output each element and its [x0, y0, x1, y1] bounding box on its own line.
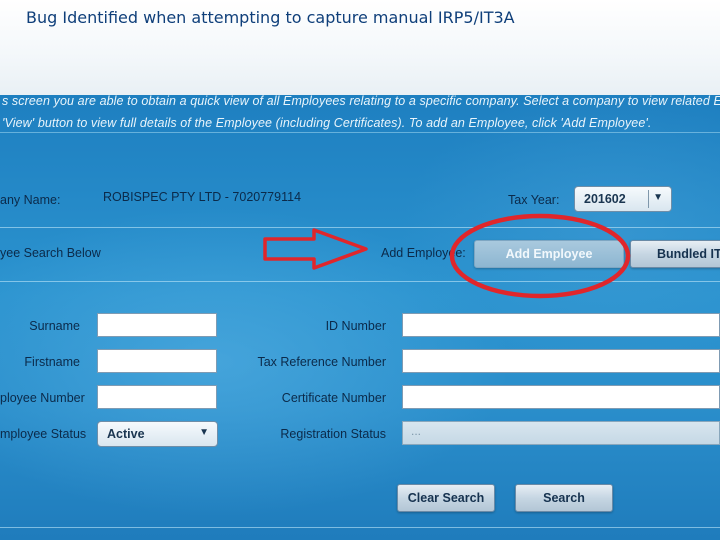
- surname-label: Surname: [29, 319, 80, 333]
- divider: [0, 527, 720, 528]
- clear-search-button[interactable]: Clear Search: [397, 484, 495, 512]
- circle-shape: [449, 213, 631, 299]
- chevron-down-icon: ▼: [653, 192, 663, 203]
- divider: [0, 132, 720, 133]
- tax-year-label: Tax Year:: [508, 193, 560, 207]
- company-name-label: any Name:: [0, 193, 61, 207]
- bundled-it-button[interactable]: Bundled IT: [630, 240, 720, 268]
- id-number-input[interactable]: [402, 313, 720, 337]
- employee-number-label: ployee Number: [0, 391, 85, 405]
- employee-status-value: Active: [107, 427, 145, 441]
- search-hint-text: yee Search Below: [0, 246, 101, 260]
- certificate-number-label: Certificate Number: [281, 391, 386, 405]
- employee-status-select[interactable]: Active ▼: [97, 421, 218, 447]
- instructions-line-1: s screen you are able to obtain a quick …: [2, 95, 720, 108]
- firstname-input[interactable]: [97, 349, 217, 373]
- instructions-line-2: 'View' button to view full details of th…: [2, 116, 652, 130]
- firstname-label: Firstname: [24, 355, 80, 369]
- tax-reference-label: Tax Reference Number: [257, 355, 386, 369]
- slide-title: Bug Identified when attempting to captur…: [26, 8, 515, 27]
- select-separator: [648, 190, 649, 208]
- company-name-value: ROBISPEC PTY LTD - 7020779114: [103, 190, 302, 204]
- tax-year-value: 201602: [584, 192, 626, 206]
- registration-status-label: Registration Status: [280, 427, 386, 441]
- instructions-text: s screen you are able to obtain a quick …: [2, 95, 720, 134]
- tax-reference-input[interactable]: [402, 349, 720, 373]
- tax-year-select[interactable]: 201602 ▼: [574, 186, 672, 212]
- employee-search-screen: s screen you are able to obtain a quick …: [0, 95, 720, 540]
- arrow-shape: [263, 228, 368, 270]
- red-circle-annotation: [449, 213, 631, 299]
- registration-status-value: ...: [411, 424, 422, 438]
- search-button[interactable]: Search: [515, 484, 613, 512]
- red-arrow-annotation: [263, 228, 368, 270]
- certificate-number-input[interactable]: [402, 385, 720, 409]
- chevron-down-icon: ▼: [199, 427, 209, 438]
- registration-status-select[interactable]: ...: [402, 421, 720, 445]
- employee-number-input[interactable]: [97, 385, 217, 409]
- employee-status-label: mployee Status: [0, 427, 87, 441]
- id-number-label: ID Number: [325, 319, 386, 333]
- surname-input[interactable]: [97, 313, 217, 337]
- slide-title-bar: Bug Identified when attempting to captur…: [0, 0, 720, 95]
